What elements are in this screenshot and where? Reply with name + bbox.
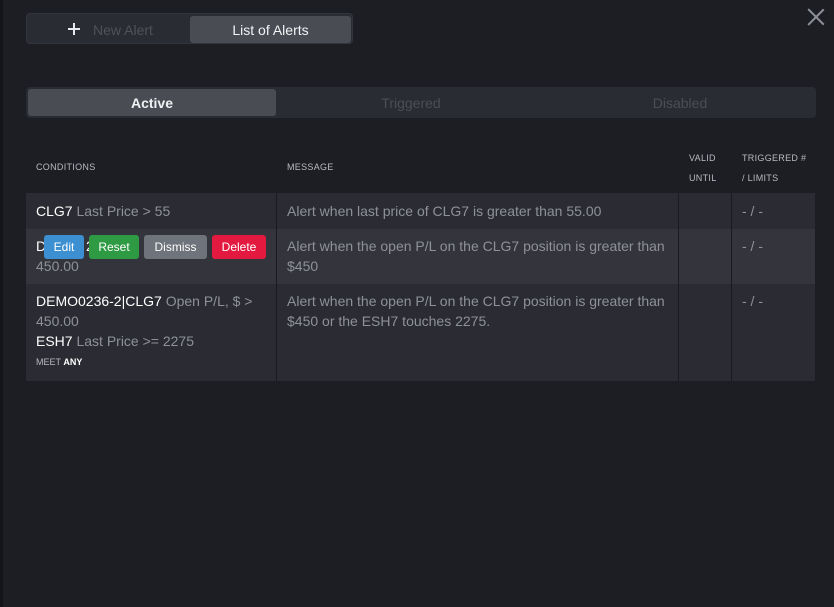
- message-line2: $450: [287, 258, 319, 274]
- condition-line2: 450.00: [36, 258, 79, 274]
- valid-until-cell: [679, 193, 732, 229]
- limits-text: - / -: [742, 238, 763, 254]
- meet-indicator: MEET ANY: [36, 352, 82, 372]
- tab-triggered-label: Triggered: [381, 94, 441, 111]
- meet-label: MEET: [36, 357, 64, 367]
- limits-cell: - / -: [732, 229, 815, 284]
- condition-line2: 450.00: [36, 313, 79, 329]
- table-row[interactable]: CLG7 Last Price > 55 Alert when last pri…: [26, 193, 815, 229]
- valid-until-cell: [679, 284, 732, 381]
- symbol: ESH7: [36, 333, 73, 349]
- symbol: CLG7: [36, 203, 73, 219]
- new-alert-button[interactable]: New Alert: [29, 16, 189, 43]
- edit-button[interactable]: Edit: [44, 235, 84, 259]
- valid-until-cell: [679, 229, 732, 284]
- message-cell: Alert when the open P/L on the CLG7 posi…: [277, 229, 679, 284]
- reset-label: Reset: [98, 240, 130, 254]
- view-toggle: New Alert List of Alerts: [26, 13, 353, 44]
- tab-active-label: Active: [130, 94, 174, 111]
- plus-icon: [67, 22, 81, 36]
- dismiss-label: Dismiss: [154, 240, 197, 254]
- message-cell: Alert when the open P/L on the CLG7 posi…: [277, 284, 679, 381]
- meet-value: ANY: [63, 357, 83, 367]
- delete-button[interactable]: Delete: [212, 235, 266, 259]
- message-line1: Alert when the open P/L on the CLG7 posi…: [287, 238, 665, 254]
- condition-text-2: ESH7 Last Price >= 2275: [36, 331, 194, 351]
- tab-disabled-label: Disabled: [652, 94, 708, 111]
- edit-label: Edit: [53, 240, 75, 254]
- status-tabs: Active Triggered Disabled: [26, 87, 816, 118]
- reset-button[interactable]: Reset: [89, 235, 139, 259]
- column-header-valid: VALID: [689, 153, 716, 163]
- column-header-message: MESSAGE: [287, 162, 334, 172]
- symbol: DEMO0236-2|CLG7: [36, 293, 162, 309]
- limits-cell: - / -: [732, 284, 815, 381]
- tab-triggered[interactable]: Triggered: [276, 89, 546, 116]
- condition: Open P/L, $ >: [161, 293, 253, 309]
- dismiss-button[interactable]: Dismiss: [144, 235, 207, 259]
- new-alert-label: New Alert: [93, 21, 153, 38]
- column-header-limits: / LIMITS: [742, 173, 779, 183]
- tab-active[interactable]: Active: [28, 89, 276, 116]
- list-of-alerts-button[interactable]: List of Alerts: [190, 16, 351, 43]
- message-line1: Alert when the open P/L on the CLG7 posi…: [287, 293, 665, 309]
- conditions-cell: CLG7 Last Price > 55: [26, 193, 277, 229]
- limits-cell: - / -: [732, 193, 815, 229]
- close-icon[interactable]: [806, 7, 826, 27]
- message-line2: $450 or the ESH7 touches 2275.: [287, 313, 491, 329]
- column-header-conditions: CONDITIONS: [36, 162, 96, 172]
- delete-label: Delete: [221, 240, 257, 254]
- table-row[interactable]: DEMO0236-2|CLG7 Open P/L, $ > 450.00 ESH…: [26, 284, 815, 381]
- column-header-until: UNTIL: [689, 173, 717, 183]
- condition-text: DEMO0236-2|CLG7 Open P/L, $ >: [36, 291, 252, 311]
- column-header-triggered: TRIGGERED #: [742, 153, 807, 163]
- conditions-cell: D 2 G 450.00 Edit Reset Dismiss Delete: [26, 229, 277, 284]
- message-cell: Alert when last price of CLG7 is greater…: [277, 193, 679, 229]
- condition: Last Price > 55: [72, 203, 171, 219]
- limits-text: - / -: [742, 203, 763, 219]
- condition: Last Price >= 2275: [72, 333, 194, 349]
- list-of-alerts-label: List of Alerts: [232, 21, 309, 38]
- condition-text: CLG7 Last Price > 55: [36, 201, 170, 221]
- tab-disabled[interactable]: Disabled: [546, 89, 814, 116]
- limits-text: - / -: [742, 293, 763, 309]
- conditions-cell: DEMO0236-2|CLG7 Open P/L, $ > 450.00 ESH…: [26, 284, 277, 381]
- message-text: Alert when last price of CLG7 is greater…: [287, 203, 602, 219]
- table-row[interactable]: D 2 G 450.00 Edit Reset Dismiss Delete A…: [26, 229, 815, 284]
